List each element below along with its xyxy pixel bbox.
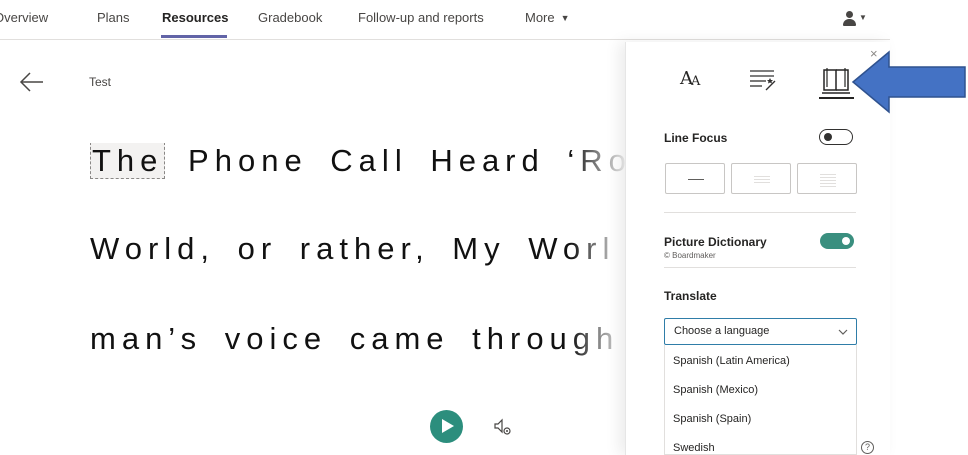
one-line-icon [688, 179, 704, 180]
person-icon-body [843, 19, 856, 26]
line-focus-toggle[interactable] [819, 129, 853, 145]
tab-more-label: More [525, 10, 555, 25]
tab-overview[interactable]: Overview [0, 10, 48, 25]
five-lines-icon-2 [820, 177, 836, 178]
language-select-value: Choose a language [674, 325, 770, 337]
language-option[interactable]: Swedish [673, 442, 715, 454]
line-focus-three-lines-button[interactable] [731, 163, 791, 194]
language-option[interactable]: Spanish (Latin America) [673, 355, 790, 367]
tab-follow-up-and-reports[interactable]: Follow-up and reports [358, 10, 484, 25]
reader-line-2: World, or rather, My Worl [90, 231, 616, 266]
line-focus-five-lines-button[interactable] [797, 163, 857, 194]
text-fade-overlay [570, 42, 626, 455]
tab-more[interactable]: More ▼ [525, 10, 570, 25]
chevron-down-icon [838, 329, 848, 335]
reading-preferences-button[interactable] [819, 62, 855, 99]
person-icon [846, 11, 853, 18]
five-lines-icon-5 [820, 186, 836, 187]
voice-settings-icon[interactable] [492, 416, 514, 438]
five-lines-icon [820, 174, 836, 175]
play-icon [442, 419, 454, 433]
caret-down-icon: ▼ [560, 13, 570, 23]
active-tool-indicator [819, 97, 854, 99]
grammar-options-icon[interactable] [748, 62, 778, 98]
boardmaker-credit: © Boardmaker [664, 251, 716, 260]
caret-down-icon: ▼ [859, 13, 867, 22]
text-preferences-button[interactable]: AA [676, 62, 708, 98]
reader-line-1: The Phone Call Heard ‘Ro [90, 143, 650, 179]
three-lines-icon [754, 176, 770, 177]
three-lines-icon-bottom [754, 182, 770, 183]
section-divider [664, 212, 856, 213]
line-focus-label: Line Focus [664, 131, 728, 145]
line-focus-one-line-button[interactable] [665, 163, 725, 194]
language-dropdown-list: Spanish (Latin America) Spanish (Mexico)… [664, 345, 857, 455]
language-select[interactable]: Choose a language [664, 318, 857, 345]
document-title: Test [89, 75, 112, 89]
tab-gradebook[interactable]: Gradebook [258, 10, 322, 25]
language-option[interactable]: Spanish (Mexico) [673, 384, 758, 396]
profile-menu-button[interactable]: ▼ [843, 10, 869, 28]
translate-label: Translate [664, 289, 717, 303]
reader-line-3: man’s voice came through [90, 321, 620, 356]
five-lines-icon-3 [820, 180, 836, 181]
back-arrow-icon[interactable] [18, 68, 46, 96]
tab-plans[interactable]: Plans [97, 10, 130, 25]
text-preferences-icon-small: A [691, 74, 701, 89]
book-icon [822, 68, 850, 94]
help-icon[interactable]: ? [861, 441, 874, 454]
active-tab-indicator [161, 35, 227, 38]
tab-resources[interactable]: Resources [162, 10, 228, 25]
picture-dictionary-toggle[interactable] [820, 233, 854, 249]
toggle-knob [842, 237, 850, 245]
play-button[interactable] [430, 410, 463, 443]
reader-line-1-text: Phone Call Heard ‘Ro [188, 143, 632, 178]
top-navigation: Overview Plans Resources Gradebook Follo… [0, 0, 890, 40]
picture-dictionary-label: Picture Dictionary [664, 235, 767, 249]
language-option[interactable]: Spanish (Spain) [673, 413, 751, 425]
section-divider [664, 267, 856, 268]
annotation-arrow-icon [851, 50, 966, 114]
three-lines-icon-mid [754, 179, 770, 180]
toggle-knob [824, 133, 832, 141]
five-lines-icon-4 [820, 183, 836, 184]
highlighted-word[interactable]: The [90, 143, 166, 179]
